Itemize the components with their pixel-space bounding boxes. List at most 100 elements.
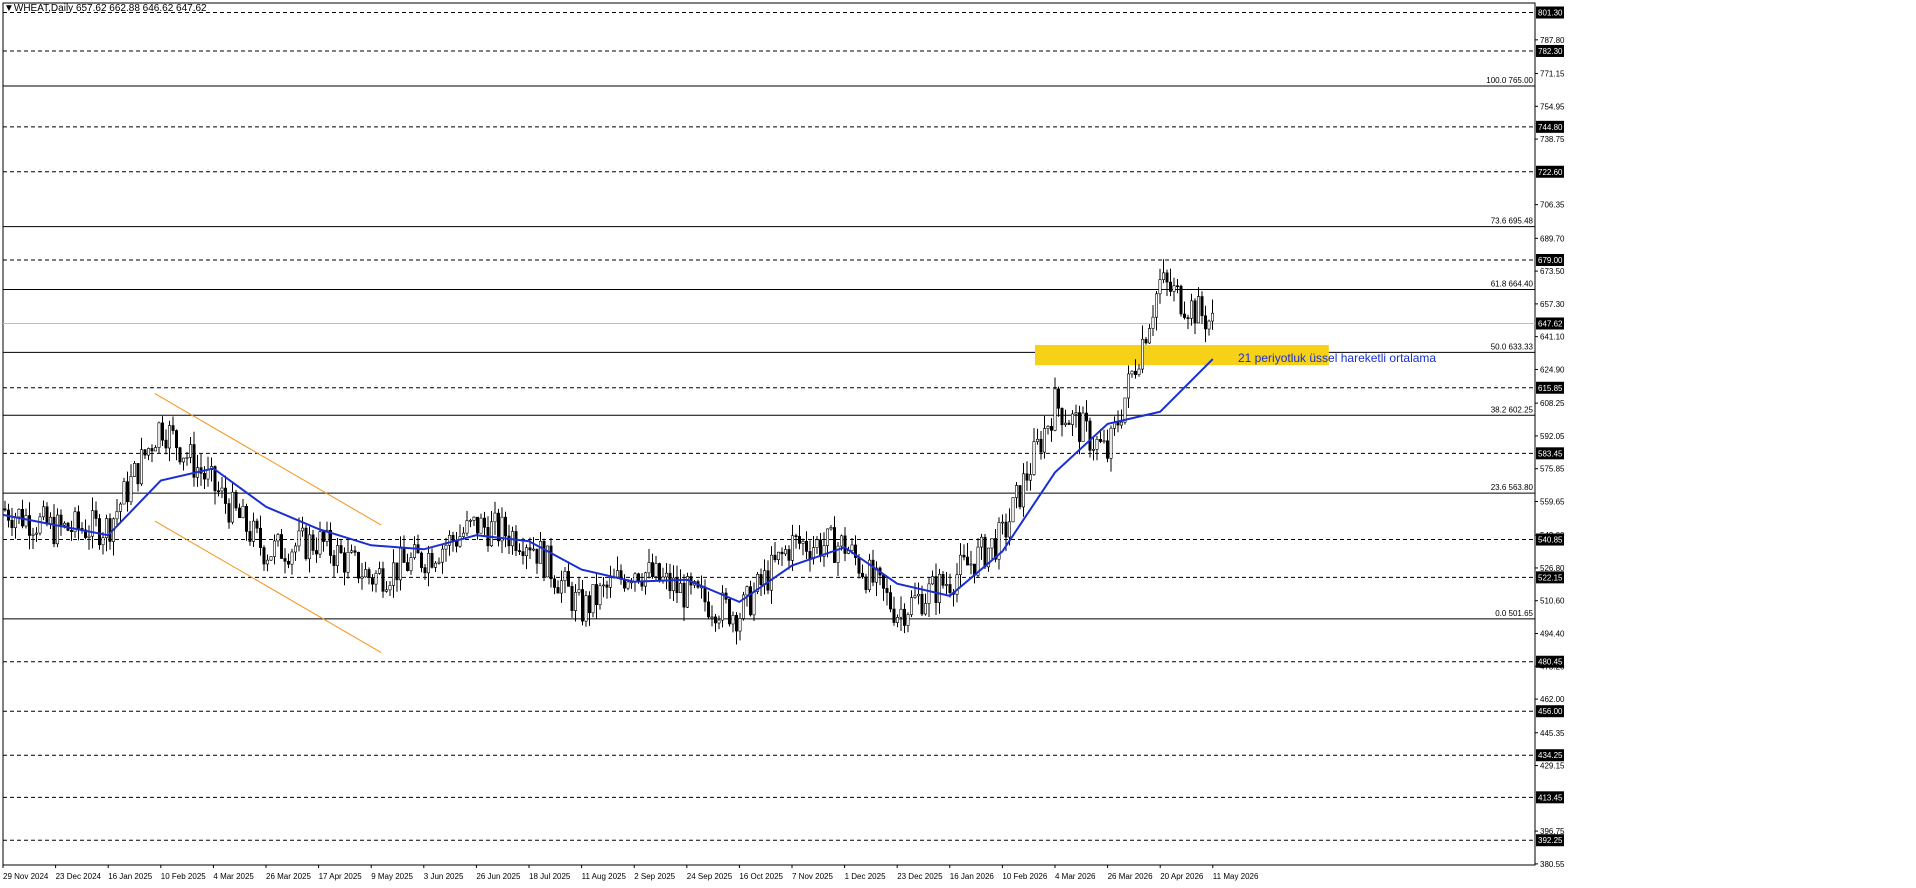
candle-body [402,548,406,563]
candle-body [59,514,63,526]
candle-body [570,586,574,611]
candle-body [409,557,413,571]
candle-body [895,617,899,623]
candle-body [101,537,105,546]
candle-body [1151,316,1155,329]
candle-body [503,516,507,537]
candle-body [339,545,343,554]
candle-body [430,553,434,568]
candle-body [31,533,35,536]
x-tick-label: 29 Nov 2024 [3,872,49,881]
candle-body [769,554,773,591]
y-tick-label: 592.05 [1540,432,1565,441]
candle-body [804,540,808,552]
candle-body [360,576,364,579]
candle-body [1172,285,1176,292]
x-tick-label: 17 Apr 2025 [319,872,363,881]
candle-body [573,592,577,611]
candle-body [636,573,640,582]
candle-body [1081,412,1085,442]
candle-body [566,571,570,587]
candle-body [433,562,437,568]
candle-body [297,530,301,547]
candle-body [1204,315,1208,330]
candle-body [451,535,455,542]
candle-body [465,520,469,534]
candle-body [38,516,42,534]
candle-body [815,539,819,548]
candle-body [1078,412,1082,442]
candle-body [647,562,651,574]
candle-body [189,444,193,458]
price-chart[interactable]: 787.80 771.15 754.95 738.75 706.35 689.70 673.… [0,0,1916,888]
candle-body [556,587,560,594]
candle-body [927,583,931,604]
candle-body [426,553,430,574]
x-tick-label: 4 Mar 2026 [1055,872,1096,881]
candle-body [245,506,249,532]
candle-body [1127,373,1131,399]
y-tick-label: 494.40 [1540,630,1565,639]
candle-body [234,491,238,509]
candle-body [115,511,119,520]
candle-body [857,557,861,574]
price-level-tag-label: 583.45 [1538,449,1563,458]
y-tick-label: 445.35 [1540,729,1565,738]
candle-body [62,522,66,526]
candle-body [41,506,45,518]
candle-body [482,517,486,528]
candle-body [300,527,304,532]
candle-body [224,487,228,504]
candle-body [843,535,847,554]
y-tick-label: 559.65 [1540,497,1565,506]
candle-body [745,586,749,596]
candle-body [119,503,123,512]
price-level-tag-label: 392.25 [1538,836,1563,845]
candle-body [881,574,885,589]
y-tick-label: 706.35 [1540,201,1565,210]
candle-body [140,449,144,485]
candle-body [563,571,567,581]
candle-body [472,516,476,521]
channel-line-lower [154,520,382,653]
candle-body [1039,438,1043,453]
price-level-tag-label: 722.60 [1538,168,1563,177]
candle-body [398,548,402,581]
candle-body [934,576,938,603]
candle-body [615,570,619,578]
candle-body [1134,370,1138,375]
candle-body [1141,338,1145,370]
candle-body [98,518,102,546]
fib-level-label: 50.0 633.33 [1491,342,1534,351]
candle-body [738,618,742,632]
candle-body [461,532,465,537]
x-tick-label: 7 Nov 2025 [792,872,833,881]
y-tick-label: 771.15 [1540,70,1565,79]
x-tick-label: 9 May 2025 [371,872,413,881]
price-level-tag-label: 456.00 [1538,707,1563,716]
candle-body [405,562,409,571]
candle-body [384,589,388,592]
y-tick-label: 624.90 [1540,365,1565,374]
candle-body [1207,320,1211,330]
y-tick-label: 608.25 [1540,399,1565,408]
candle-body [272,540,276,557]
plot-frame [2,2,1536,866]
candle-body [1060,407,1064,426]
candle-body [906,614,910,626]
candle-body [241,506,245,519]
candle-body [1109,427,1113,459]
candle-body [1155,293,1159,318]
candle-body [367,569,371,578]
candle-body [780,551,784,555]
candle-body [818,539,822,557]
price-level-tag-label: 540.85 [1538,536,1563,545]
candle-body [727,599,731,625]
candle-body [643,572,647,587]
candle-body [650,562,654,577]
candle-body [307,534,311,560]
candle-body [293,545,297,553]
candle-body [1120,421,1124,426]
candle-body [258,527,262,548]
x-tick-label: 3 Jun 2025 [424,872,464,881]
